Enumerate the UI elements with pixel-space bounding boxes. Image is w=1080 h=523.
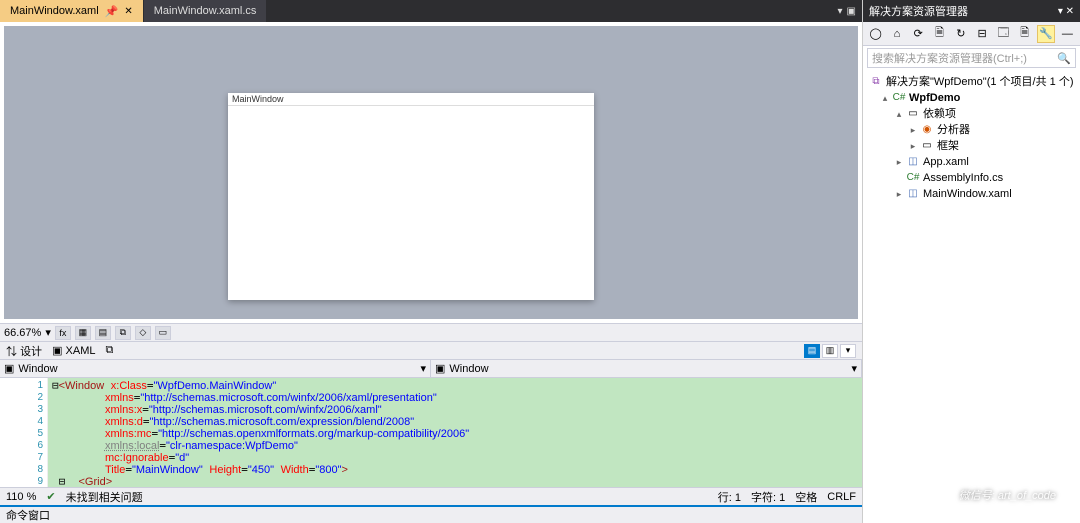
- appxaml-node[interactable]: ▸ ◫ App.xaml: [869, 154, 1078, 170]
- status-line: 行: 1: [718, 489, 741, 505]
- code-content[interactable]: ⊟<Window x:Class="WpfDemo.MainWindow" xm…: [48, 378, 862, 487]
- analyzers-node[interactable]: ▸ ◉ 分析器: [869, 122, 1078, 138]
- line-gutter: 12345678910: [0, 378, 48, 487]
- tab-pin-icon[interactable]: 📌: [105, 5, 119, 18]
- collapse-all-icon[interactable]: ⊟: [973, 25, 990, 43]
- canvas-title: MainWindow: [228, 93, 594, 106]
- editor-statusbar: 110 % ✔ 未找到相关问题 行: 1 字符: 1 空格 CRLF: [0, 487, 862, 505]
- caret-icon[interactable]: ▸: [909, 138, 917, 154]
- refresh-icon[interactable]: ↻: [952, 25, 969, 43]
- search-icon[interactable]: 🔍: [1057, 52, 1071, 65]
- grid-icon[interactable]: ▦: [75, 326, 91, 340]
- sync-icon[interactable]: ⟳: [910, 25, 927, 43]
- zoom-level[interactable]: 66.67%: [4, 327, 41, 339]
- split-horizontal-button[interactable]: ▤: [804, 344, 820, 358]
- wrench-icon[interactable]: 🔧: [1037, 25, 1054, 43]
- status-spaces[interactable]: 空格: [795, 489, 817, 505]
- effects-icon[interactable]: ◇: [135, 326, 151, 340]
- caret-icon[interactable]: ▸: [909, 122, 917, 138]
- show-all-files-icon[interactable]: 🗎: [931, 25, 948, 43]
- editor-zoom[interactable]: 110 %: [6, 491, 36, 503]
- collapse-pane-button[interactable]: ▾: [840, 344, 856, 358]
- mark-icon[interactable]: ▭: [155, 326, 171, 340]
- tab-overflow-icon[interactable]: ▾: [838, 6, 843, 17]
- tab-mainwindow-xaml[interactable]: MainWindow.xaml 📌 ✕: [0, 0, 144, 22]
- analyzers-icon: ◉: [920, 124, 934, 136]
- home-icon[interactable]: ⌂: [888, 25, 905, 43]
- back-icon[interactable]: ◯: [867, 25, 884, 43]
- mainwindow-node[interactable]: ▸ ◫ MainWindow.xaml: [869, 186, 1078, 202]
- close-icon[interactable]: ✕: [124, 6, 132, 17]
- search-placeholder: 搜索解决方案资源管理器(Ctrl+;): [872, 50, 1027, 66]
- properties-icon[interactable]: 🗔: [995, 25, 1012, 43]
- frameworks-icon: ▭: [920, 140, 934, 152]
- solution-icon: ⧉: [869, 76, 883, 88]
- document-tabbar: MainWindow.xaml 📌 ✕ MainWindow.xaml.cs ▾…: [0, 0, 862, 22]
- design-canvas[interactable]: MainWindow: [228, 93, 594, 300]
- solution-explorer-title: 解决方案资源管理器 ▾ ✕: [863, 0, 1080, 22]
- frameworks-node[interactable]: ▸ ▭ 框架: [869, 138, 1078, 154]
- preview-icon[interactable]: 🗎: [1016, 25, 1033, 43]
- no-issues-label[interactable]: 未找到相关问题: [66, 489, 143, 505]
- xaml-icon: ◫: [906, 156, 920, 168]
- snap-icon[interactable]: ⧉: [115, 326, 131, 340]
- solution-search[interactable]: 搜索解决方案资源管理器(Ctrl+;) 🔍: [867, 48, 1076, 68]
- command-window-tab[interactable]: 命令窗口: [0, 505, 862, 523]
- panel-menu-icon[interactable]: ▾ ✕: [1058, 6, 1074, 17]
- caret-icon[interactable]: ▴: [881, 90, 889, 106]
- designer-view-row: ⇅ 设计 ▣ XAML ⧉ ▤ ▥ ▾: [0, 341, 862, 359]
- csproj-icon: C#: [892, 92, 906, 104]
- status-char: 字符: 1: [751, 489, 785, 505]
- designer-surface[interactable]: MainWindow: [0, 22, 862, 323]
- xaml-editor[interactable]: 12345678910 ⊟<Window x:Class="WpfDemo.Ma…: [0, 377, 862, 487]
- caret-icon[interactable]: ▸: [895, 154, 903, 170]
- designer-toolbar: 66.67% ▾ fx ▦ ▤ ⧉ ◇ ▭: [0, 323, 862, 341]
- dependencies-icon: ▭: [906, 108, 920, 120]
- xaml-icon: ◫: [906, 188, 920, 200]
- design-tab[interactable]: ⇅ 设计: [6, 343, 42, 359]
- dependencies-node[interactable]: ▴ ▭ 依赖项: [869, 106, 1078, 122]
- xaml-breadcrumb: ▣Window▾ ▣Window▾: [0, 359, 862, 377]
- assemblyinfo-node[interactable]: ▸ C# AssemblyInfo.cs: [869, 170, 1078, 186]
- caret-icon[interactable]: ▸: [895, 186, 903, 202]
- snaplines-icon[interactable]: ▤: [95, 326, 111, 340]
- xaml-tab[interactable]: ▣ XAML: [52, 344, 95, 357]
- breadcrumb-right[interactable]: ▣Window▾: [431, 360, 862, 377]
- caret-icon[interactable]: ▴: [895, 106, 903, 122]
- breadcrumb-left[interactable]: ▣Window▾: [0, 360, 431, 377]
- more-icon[interactable]: —: [1059, 25, 1076, 43]
- solution-explorer-toggle-icon[interactable]: ▣: [847, 6, 856, 17]
- split-vertical-button[interactable]: ▥: [822, 344, 838, 358]
- breadcrumb-label: Window: [449, 363, 488, 375]
- popout-icon[interactable]: ⧉: [105, 344, 113, 357]
- tab-mainwindow-xaml-cs[interactable]: MainWindow.xaml.cs: [144, 0, 268, 22]
- tab-label: MainWindow.xaml.cs: [154, 5, 257, 17]
- breadcrumb-label: Window: [18, 363, 57, 375]
- status-crlf[interactable]: CRLF: [827, 491, 856, 503]
- solution-explorer-toolbar: ◯ ⌂ ⟳ 🗎 ↻ ⊟ 🗔 🗎 🔧 —: [863, 22, 1080, 46]
- project-node[interactable]: ▴ C# WpfDemo: [869, 90, 1078, 106]
- solution-explorer: 解决方案资源管理器 ▾ ✕ ◯ ⌂ ⟳ 🗎 ↻ ⊟ 🗔 🗎 🔧 — 搜索解决方案…: [862, 0, 1080, 523]
- tab-label: MainWindow.xaml: [10, 5, 99, 17]
- solution-node[interactable]: ⧉ 解决方案"WpfDemo"(1 个项目/共 1 个): [869, 74, 1078, 90]
- cs-icon: C#: [906, 172, 920, 184]
- fit-icon[interactable]: fx: [55, 326, 71, 340]
- command-window-label: 命令窗口: [6, 507, 50, 523]
- solution-tree[interactable]: ⧉ 解决方案"WpfDemo"(1 个项目/共 1 个) ▴ C# WpfDem…: [863, 70, 1080, 204]
